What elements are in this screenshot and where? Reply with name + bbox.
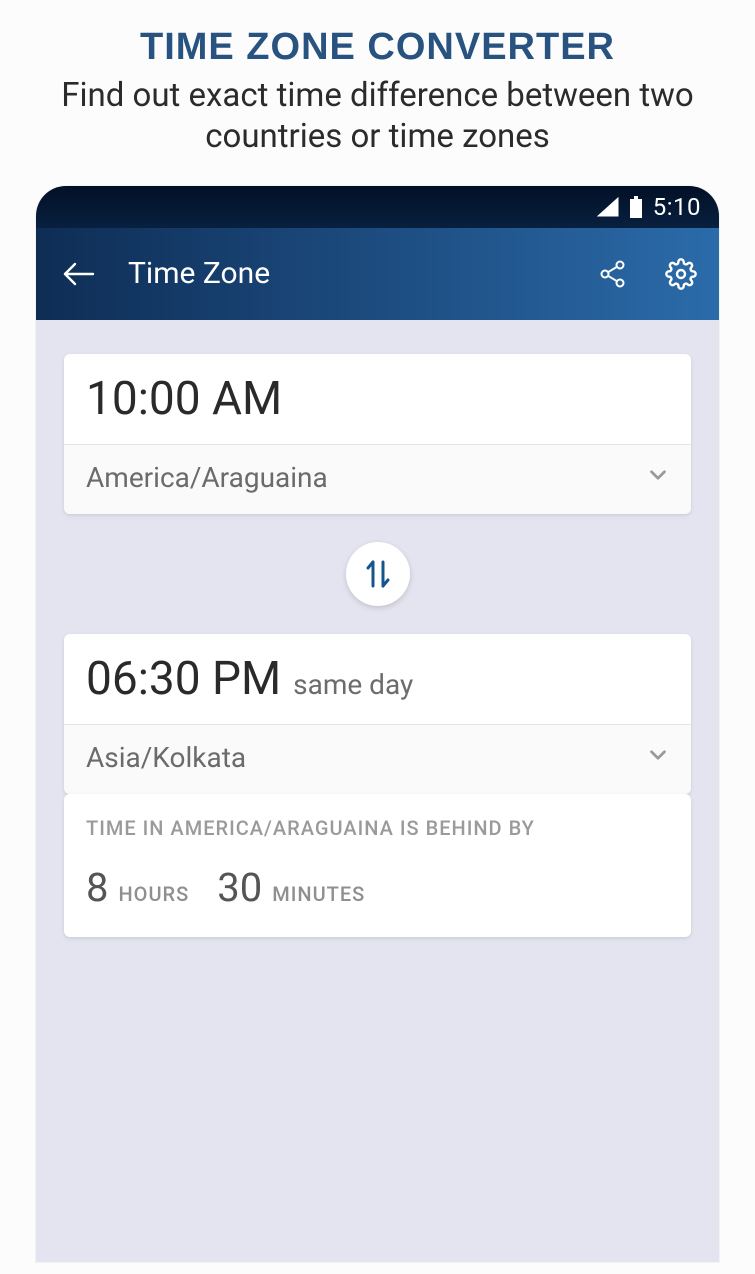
from-time: 10:00 AM (86, 372, 282, 426)
app-bar: Time Zone (36, 228, 719, 320)
appbar-title: Time Zone (128, 256, 593, 291)
from-zone-row[interactable]: America/Araguaina (64, 445, 691, 514)
share-button[interactable] (593, 254, 633, 294)
hours-label: HOURS (118, 882, 189, 906)
difference-header: TIME IN AMERICA/ARAGUAINA IS BEHIND BY (86, 816, 669, 840)
from-card: 10:00 AM America/Araguaina (64, 354, 691, 514)
from-zone-label: America/Araguaina (86, 461, 645, 494)
minutes-value: 30 (217, 864, 262, 911)
difference-card: TIME IN AMERICA/ARAGUAINA IS BEHIND BY 8… (64, 794, 691, 937)
to-zone-row[interactable]: Asia/Kolkata (64, 725, 691, 794)
hours-value: 8 (86, 864, 108, 911)
to-time: 06:30 PM (86, 652, 281, 706)
chevron-down-icon (645, 742, 671, 772)
back-button[interactable] (58, 254, 98, 294)
promo-title: TIME ZONE CONVERTER (20, 26, 735, 69)
to-time-row[interactable]: 06:30 PM same day (64, 634, 691, 724)
promo-banner: TIME ZONE CONVERTER Find out exact time … (0, 0, 755, 176)
hours-group: 8 HOURS (86, 864, 189, 911)
to-day-note: same day (293, 668, 413, 701)
device-frame: 5:10 Time Zone 10:00 AM America/Araguain… (36, 186, 719, 1262)
status-bar: 5:10 (36, 186, 719, 228)
settings-button[interactable] (661, 254, 701, 294)
chevron-down-icon (645, 462, 671, 492)
to-card: 06:30 PM same day Asia/Kolkata (64, 634, 691, 794)
battery-icon (629, 196, 643, 218)
signal-icon (597, 197, 619, 217)
swap-button[interactable] (346, 542, 410, 606)
promo-subtitle: Find out exact time difference between t… (20, 75, 735, 158)
minutes-group: 30 MINUTES (217, 864, 365, 911)
difference-values: 8 HOURS 30 MINUTES (86, 864, 669, 911)
from-time-row[interactable]: 10:00 AM (64, 354, 691, 444)
statusbar-time: 5:10 (653, 193, 701, 221)
minutes-label: MINUTES (272, 882, 365, 906)
main-content: 10:00 AM America/Araguaina (36, 320, 719, 937)
to-zone-label: Asia/Kolkata (86, 741, 645, 774)
